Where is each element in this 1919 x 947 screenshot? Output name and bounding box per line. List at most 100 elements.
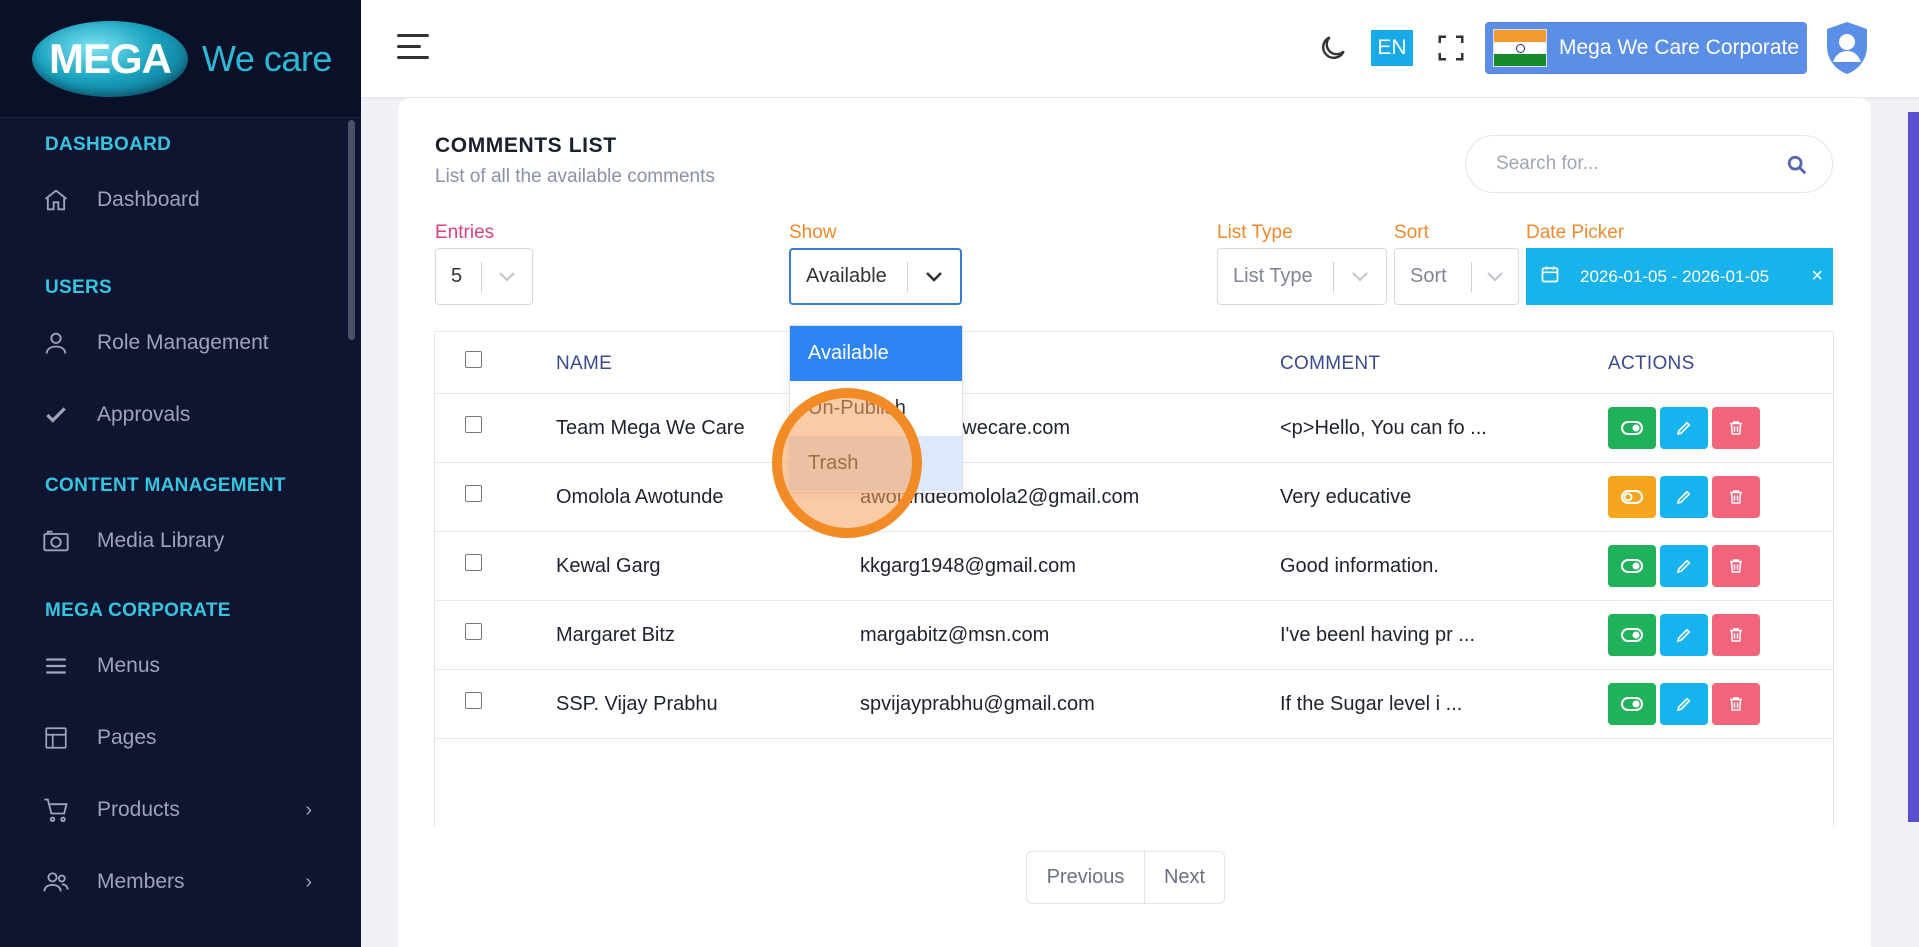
sidebar-item-menus[interactable]: Menus: [0, 641, 340, 691]
show-value: Available: [806, 265, 887, 287]
sidebar-item-label: Members: [97, 870, 185, 893]
hamburger-menu-icon[interactable]: [397, 34, 429, 60]
search-input[interactable]: [1496, 153, 1776, 175]
dropdown-option-trash[interactable]: Trash: [790, 436, 962, 491]
language-button[interactable]: EN: [1371, 30, 1413, 66]
trash-icon: [1730, 697, 1742, 711]
entries-value: 5: [451, 265, 463, 287]
corporate-switcher-button[interactable]: Mega We Care Corporate: [1485, 22, 1807, 74]
edit-button[interactable]: [1660, 683, 1708, 725]
row-name: Margaret Bitz: [556, 624, 675, 646]
section-title-dashboard: DASHBOARD: [45, 134, 172, 155]
row-name: SSP. Vijay Prabhu: [556, 693, 718, 715]
user-icon: [42, 329, 70, 357]
brand-logo[interactable]: MEGA We care: [0, 0, 361, 118]
table-row: Omolola Awotunde awotundeomolola2@gmail.…: [435, 463, 1833, 532]
delete-button[interactable]: [1712, 683, 1760, 725]
calendar-icon: [1540, 264, 1560, 289]
sidebar-item-media-library[interactable]: Media Library: [0, 516, 340, 566]
edit-button[interactable]: [1660, 476, 1708, 518]
user-avatar[interactable]: [1823, 20, 1871, 76]
toggle-on-icon: [1621, 421, 1643, 435]
pencil-icon: [1676, 697, 1691, 712]
row-email: margabitz@msn.com: [860, 624, 1050, 646]
row-checkbox[interactable]: [465, 416, 482, 433]
menu-icon: [42, 652, 70, 680]
toggle-off-icon: [1621, 490, 1643, 504]
trash-icon: [1730, 628, 1742, 642]
top-header: EN Mega We Care Corporate: [361, 0, 1919, 97]
toggle-status-button[interactable]: [1608, 476, 1656, 518]
chevron-right-icon: ›: [305, 798, 312, 821]
delete-button[interactable]: [1712, 545, 1760, 587]
section-title-content-management: CONTENT MANAGEMENT: [45, 475, 286, 496]
row-checkbox[interactable]: [465, 623, 482, 640]
trash-icon: [1730, 559, 1742, 573]
chevron-down-icon: [1472, 271, 1518, 283]
sort-select[interactable]: Sort: [1394, 248, 1519, 305]
dropdown-option-available[interactable]: Available: [790, 326, 962, 381]
delete-button[interactable]: [1712, 614, 1760, 656]
row-checkbox[interactable]: [465, 485, 482, 502]
sidebar-scrollbar[interactable]: [348, 120, 355, 340]
next-page-button[interactable]: Next: [1145, 852, 1224, 903]
toggle-on-icon: [1621, 559, 1643, 573]
delete-button[interactable]: [1712, 476, 1760, 518]
sidebar-item-dashboard[interactable]: Dashboard: [0, 175, 340, 225]
delete-button[interactable]: [1712, 407, 1760, 449]
search-box: [1465, 135, 1833, 193]
entries-select[interactable]: 5: [435, 248, 533, 305]
chevron-right-icon: ›: [305, 870, 312, 893]
table-row: SSP. Vijay Prabhu spvijayprabhu@gmail.co…: [435, 670, 1833, 739]
column-header-name: NAME: [556, 353, 613, 374]
toggle-status-button[interactable]: [1608, 683, 1656, 725]
sidebar-item-pages[interactable]: Pages: [0, 713, 340, 763]
sidebar-item-label: Menus: [97, 654, 161, 677]
date-range-picker[interactable]: 2026-01-05 - 2026-01-05 ×: [1526, 248, 1833, 305]
row-comment: <p>Hello, You can fo ...: [1280, 417, 1487, 439]
row-name: Omolola Awotunde: [556, 486, 724, 508]
clear-date-icon[interactable]: ×: [1811, 265, 1823, 288]
sort-label: Sort: [1394, 222, 1429, 243]
toggle-status-button[interactable]: [1608, 545, 1656, 587]
chevron-down-icon: [1334, 271, 1386, 283]
moon-icon: [1322, 36, 1345, 59]
dark-mode-toggle[interactable]: [1317, 32, 1349, 69]
edit-button[interactable]: [1660, 614, 1708, 656]
row-comment: If the Sugar level i ...: [1280, 693, 1463, 715]
comments-card: COMMENTS LIST List of all the available …: [398, 98, 1871, 947]
sidebar-item-members[interactable]: Members ›: [0, 857, 340, 907]
fullscreen-button[interactable]: [1436, 33, 1466, 68]
show-dropdown-menu: Available Un-Publish Trash: [789, 325, 963, 493]
search-icon[interactable]: [1786, 154, 1808, 182]
toggle-on-icon: [1621, 697, 1643, 711]
sidebar-item-approvals[interactable]: Approvals: [0, 390, 340, 440]
show-select[interactable]: Available: [789, 248, 962, 305]
column-header-actions: ACTIONS: [1608, 353, 1695, 374]
edit-button[interactable]: [1660, 407, 1708, 449]
date-range-value: 2026-01-05 - 2026-01-05: [1580, 266, 1770, 286]
fullscreen-icon: [1438, 35, 1464, 61]
pencil-icon: [1676, 421, 1691, 436]
previous-page-button[interactable]: Previous: [1027, 852, 1145, 903]
row-checkbox[interactable]: [465, 554, 482, 571]
sidebar-item-products[interactable]: Products ›: [0, 785, 340, 835]
dropdown-option-un-publish[interactable]: Un-Publish: [790, 381, 962, 436]
toggle-status-button[interactable]: [1608, 407, 1656, 449]
list-type-label: List Type: [1217, 222, 1293, 243]
cart-icon: [42, 796, 70, 824]
toggle-status-button[interactable]: [1608, 614, 1656, 656]
list-type-select[interactable]: List Type: [1217, 248, 1387, 305]
page-scrollbar[interactable]: [1908, 112, 1919, 822]
row-checkbox[interactable]: [465, 692, 482, 709]
sidebar-item-role-management[interactable]: Role Management: [0, 318, 340, 368]
trash-icon: [1730, 490, 1742, 504]
row-email: spvijayprabhu@gmail.com: [860, 693, 1095, 715]
edit-button[interactable]: [1660, 545, 1708, 587]
select-all-checkbox[interactable]: [465, 351, 482, 368]
shield-user-icon: [1827, 22, 1867, 74]
show-label: Show: [789, 222, 837, 243]
page-title: COMMENTS LIST: [435, 134, 617, 157]
chevron-down-icon: [482, 271, 532, 283]
list-type-value: List Type: [1233, 265, 1313, 287]
